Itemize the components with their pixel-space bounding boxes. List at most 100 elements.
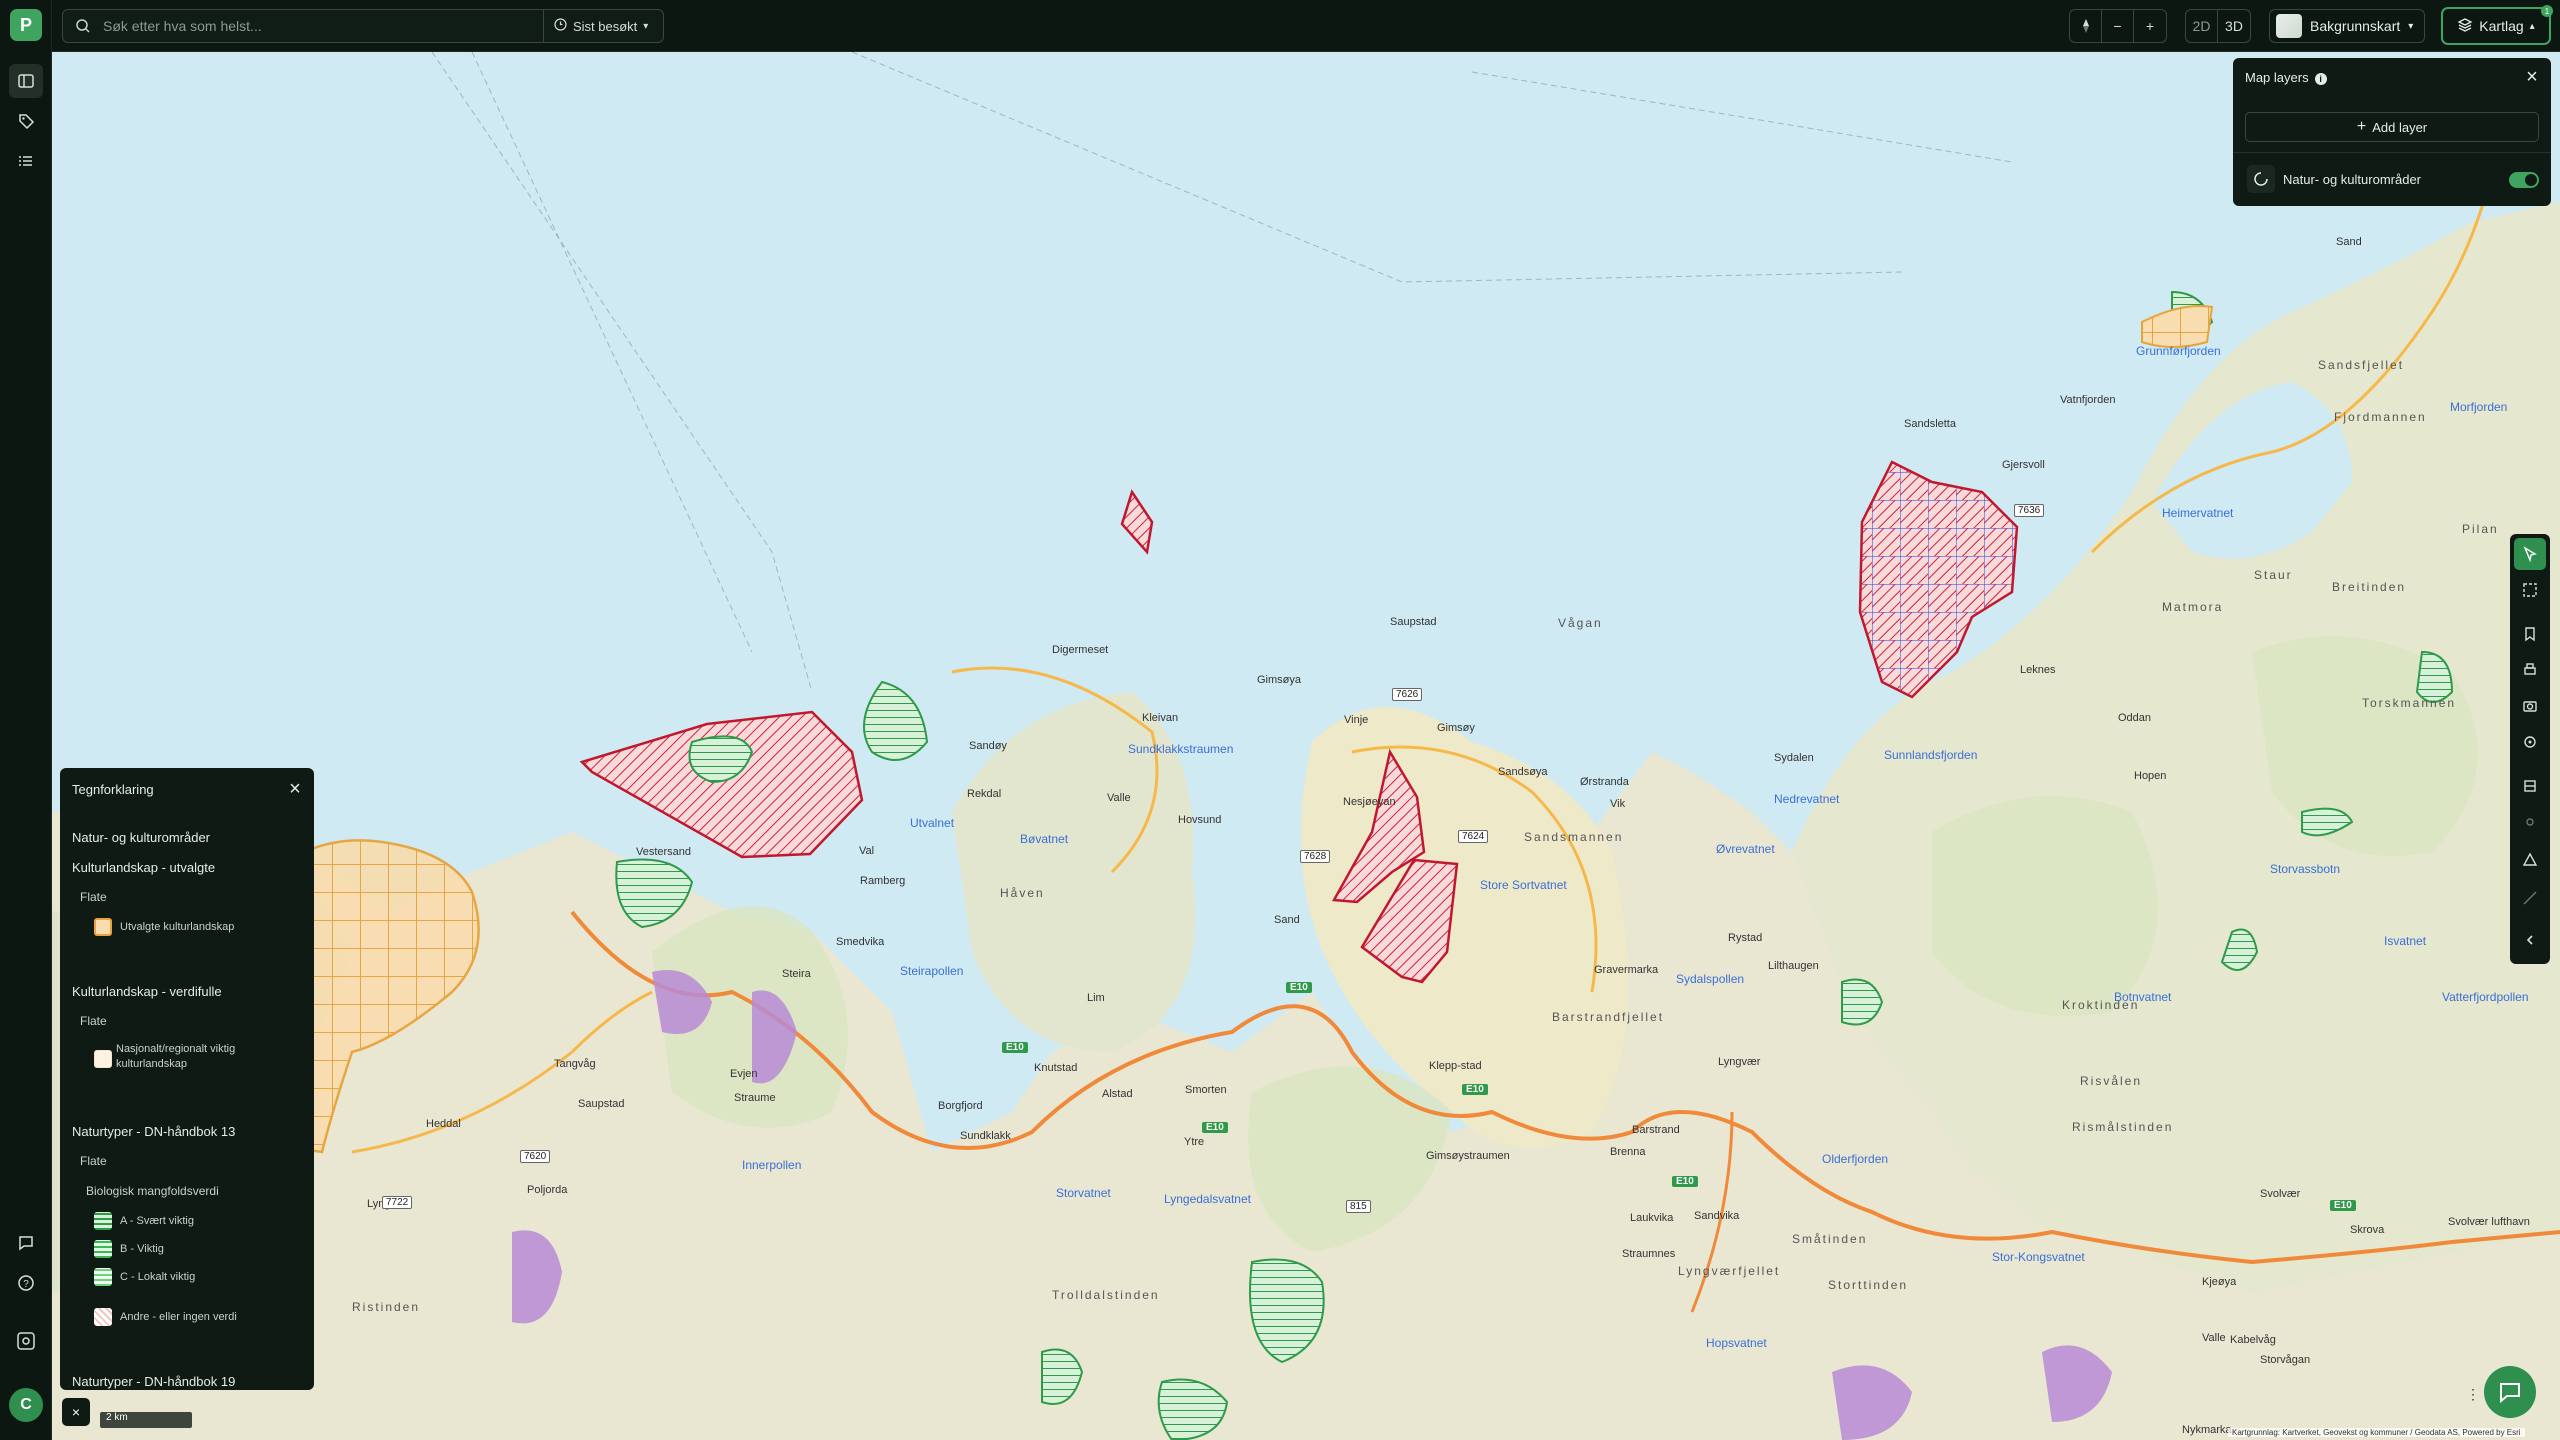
- add-layer-button[interactable]: + Add layer: [2245, 112, 2539, 142]
- background-label: Bakgrunnskart: [2310, 18, 2401, 34]
- legend-swatch: [94, 918, 112, 936]
- layers-count-badge: 1: [2541, 5, 2553, 17]
- mountain-label: Staur: [2254, 568, 2293, 582]
- road-e10: E10: [1672, 1176, 1698, 1187]
- rectangle-select-icon[interactable]: [2514, 574, 2546, 606]
- search-input[interactable]: [101, 10, 571, 42]
- feedback-icon[interactable]: [9, 1226, 43, 1260]
- layers-panel-title-text: Map layers: [2245, 70, 2309, 85]
- compass-button[interactable]: [2070, 10, 2102, 42]
- close-icon[interactable]: ×: [2521, 66, 2543, 88]
- place-label: Vik: [1610, 798, 1626, 810]
- place-label: Sand: [2336, 236, 2362, 248]
- place-label: Brenna: [1610, 1146, 1646, 1158]
- user-avatar[interactable]: C: [9, 1388, 43, 1422]
- sun-icon[interactable]: [2514, 806, 2546, 838]
- map-graphics: [52, 52, 2560, 1440]
- legend-subheading: Flate: [80, 890, 107, 904]
- place-label: Nesjøeyan: [1343, 796, 1396, 808]
- legend-subheading: Flate: [80, 1154, 107, 1168]
- top-bar: Sist besøkt ▾ − + 2D 3D Bakgrunnskart ▾ …: [52, 0, 2560, 52]
- place-label: Oddan: [2118, 712, 2152, 724]
- tag-icon[interactable]: [9, 104, 43, 138]
- place-label: Saupstad: [1390, 616, 1437, 628]
- mountain-label: Torskmannen: [2362, 696, 2457, 710]
- water-label: Utvalnet: [910, 816, 955, 830]
- place-label: Sandvika: [1694, 1210, 1740, 1222]
- zoom-out-button[interactable]: −: [2102, 10, 2134, 42]
- road-e10: E10: [1286, 982, 1312, 993]
- measure-icon[interactable]: [2514, 844, 2546, 876]
- mountain-label: Rismålstinden: [2072, 1120, 2174, 1134]
- place-label: Straume: [734, 1092, 776, 1104]
- svg-text:?: ?: [23, 1279, 29, 1290]
- place-label: Saupstad: [578, 1098, 625, 1110]
- place-label: Sandsletta: [1904, 418, 1956, 430]
- place-label: Vinje: [1344, 714, 1369, 726]
- app-logo[interactable]: P: [10, 9, 42, 41]
- place-label: Kabelvåg: [2230, 1334, 2276, 1346]
- place-label: Smedvika: [836, 936, 885, 948]
- draw-icon[interactable]: [2514, 882, 2546, 914]
- help-icon[interactable]: ?: [9, 1266, 43, 1300]
- search-icon: [75, 18, 91, 39]
- mountain-label: Lyngværfjellet: [1678, 1264, 1781, 1278]
- close-icon[interactable]: ×: [284, 778, 306, 800]
- zoom-in-button[interactable]: +: [2134, 10, 2166, 42]
- road-e10: E10: [1002, 1042, 1028, 1053]
- road-number: 7628: [1300, 850, 1331, 863]
- place-label: Evjen: [730, 1068, 758, 1080]
- map-layers-button[interactable]: Kartlag ▴ 1: [2441, 5, 2553, 45]
- layers-stack-icon[interactable]: [2514, 770, 2546, 802]
- place-label: Tangvåg: [554, 1058, 596, 1070]
- place-label: Barstrand: [1632, 1124, 1680, 1136]
- chevron-left-icon[interactable]: [2514, 924, 2546, 956]
- background-map-button[interactable]: Bakgrunnskart ▾: [2269, 9, 2425, 43]
- place-label: Lim: [1087, 992, 1105, 1004]
- road-e10: E10: [1462, 1084, 1488, 1095]
- legend-section-heading: Naturtyper - DN-håndbok 19: [72, 1374, 236, 1389]
- mode-2d-button[interactable]: 2D: [2186, 10, 2218, 42]
- camera-icon[interactable]: [2514, 690, 2546, 722]
- chevron-down-icon: ▾: [643, 20, 649, 32]
- scale-bar: 2 km: [100, 1412, 192, 1428]
- place-label: Sand: [1274, 914, 1300, 926]
- map-view-icon[interactable]: [9, 64, 43, 98]
- layer-row[interactable]: Natur- og kulturområder: [2233, 152, 2551, 206]
- water-label: Store Sortvatnet: [1480, 878, 1567, 892]
- legend-swatch: [94, 1050, 112, 1068]
- mode-3d-button[interactable]: 3D: [2218, 10, 2250, 42]
- map-canvas[interactable]: Saupstad Digermeset Gimsøya Vinje Gimsøy…: [52, 52, 2560, 1440]
- legend-subheading: Flate: [80, 1014, 107, 1028]
- water-label: Storvatnet: [1056, 1186, 1111, 1200]
- bookmark-icon[interactable]: [2514, 618, 2546, 650]
- legend-subheading: Biologisk mangfoldsverdi: [86, 1184, 219, 1198]
- settings-icon[interactable]: [9, 1324, 43, 1358]
- layers-icon: [2457, 17, 2473, 36]
- mountain-label: Risvålen: [2080, 1074, 2143, 1088]
- place-label: Kleivan: [1142, 712, 1179, 724]
- place-label: Svolvær: [2260, 1188, 2301, 1200]
- place-label: Val: [859, 845, 875, 857]
- water-label: Nedrevatnet: [1774, 792, 1840, 806]
- recent-dropdown[interactable]: Sist besøkt ▾: [543, 10, 663, 42]
- layer-visibility-toggle[interactable]: [2509, 172, 2539, 188]
- location-icon[interactable]: [2514, 726, 2546, 758]
- water-label: Bøvatnet: [1020, 832, 1069, 846]
- mountain-label: Fjordmannen: [2334, 410, 2427, 424]
- road-number: 7620: [520, 1150, 551, 1163]
- place-label: Sandsøya: [1498, 766, 1548, 778]
- mountain-label: Småtinden: [1792, 1232, 1868, 1246]
- list-icon[interactable]: [9, 144, 43, 178]
- map-layers-panel: Map layers i × + Add layer Natur- og kult…: [2233, 58, 2551, 206]
- water-label: Grunnførfjorden: [2136, 344, 2221, 358]
- chat-button[interactable]: [2484, 1366, 2536, 1418]
- print-icon[interactable]: [2514, 654, 2546, 686]
- place-label: Klepp-stad: [1429, 1060, 1482, 1072]
- place-label: Rekdal: [967, 788, 1002, 800]
- legend-item: Utvalgte kulturlandskap: [120, 921, 235, 933]
- info-icon[interactable]: i: [2314, 73, 2327, 85]
- close-icon[interactable]: ×: [62, 1398, 90, 1426]
- place-label: Leknes: [2020, 664, 2056, 676]
- select-cursor-icon[interactable]: [2514, 538, 2546, 570]
